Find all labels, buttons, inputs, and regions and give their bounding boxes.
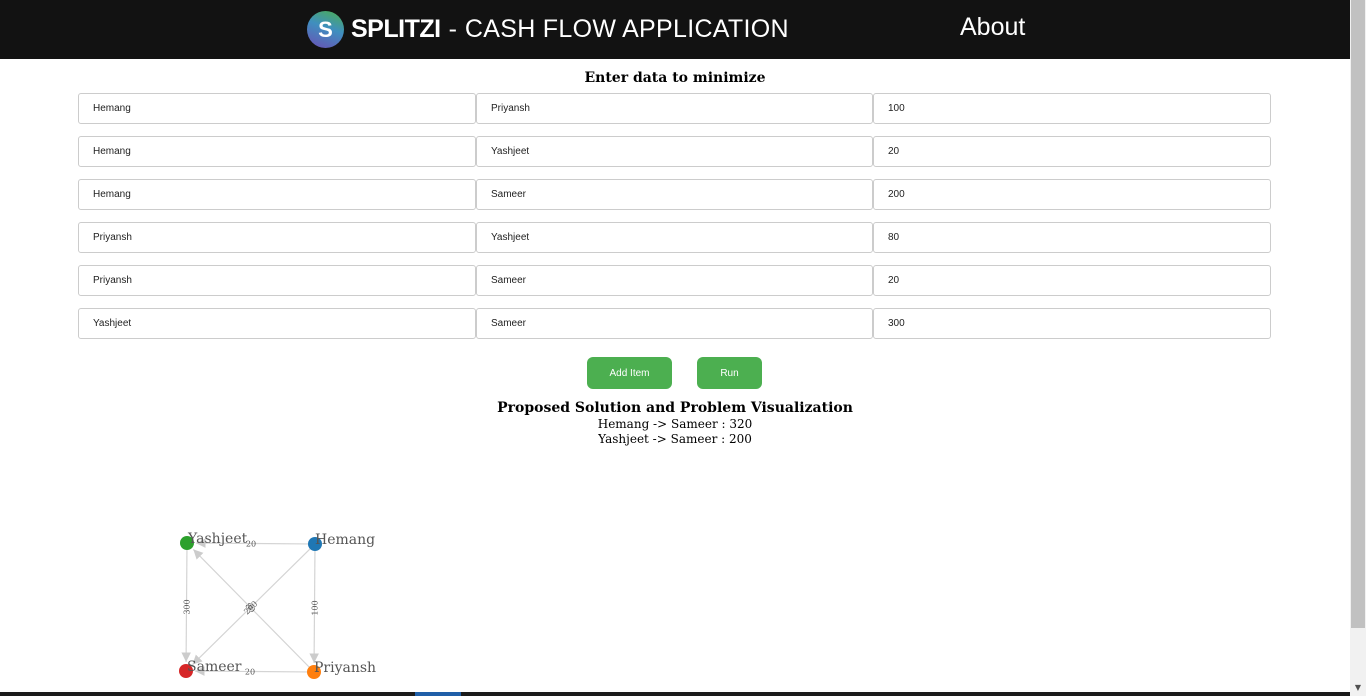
graph-edge-label: 20: [245, 667, 255, 676]
graph-edge-label: 20: [246, 539, 256, 548]
graph-node-label: Hemang: [315, 532, 375, 548]
taskbar-active-item: [415, 692, 461, 696]
graph-node-label: Priyansh: [314, 660, 376, 676]
graph-node-label: Sameer: [187, 659, 242, 675]
graph-edge-label: 100: [310, 600, 319, 615]
graph-node-label: Yashjeet: [187, 531, 248, 547]
page-scrollbar-thumb[interactable]: [1351, 0, 1365, 628]
scroll-down-arrow-icon[interactable]: ▼: [1351, 680, 1365, 696]
taskbar-strip: [0, 692, 1350, 696]
graph-edge-label: 300: [182, 599, 191, 614]
cash-flow-graph: 201002008030020YashjeetHemangSameerPriya…: [179, 531, 376, 679]
